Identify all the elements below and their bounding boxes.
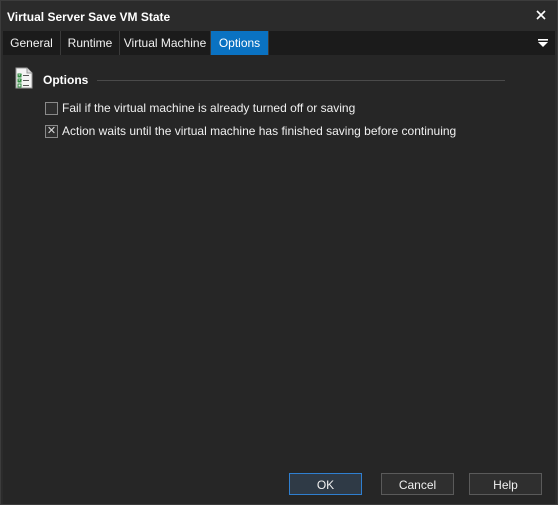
dialog-window: Virtual Server Save VM State General Run… <box>0 0 558 505</box>
checkbox-fail-if-off[interactable] <box>45 101 58 115</box>
tab-strip: General Runtime Virtual Machine Options <box>3 31 555 55</box>
close-icon[interactable] <box>533 7 549 23</box>
ok-button[interactable]: OK <box>289 473 362 495</box>
button-bar: OK Cancel Help <box>3 460 555 504</box>
tab-options[interactable]: Options <box>211 31 269 55</box>
window-title: Virtual Server Save VM State <box>7 10 171 24</box>
dropdown-menu-icon[interactable] <box>537 37 549 49</box>
option-label: Fail if the virtual machine is already t… <box>62 101 356 115</box>
option-fail-if-off[interactable]: Fail if the virtual machine is already t… <box>45 100 355 116</box>
tab-runtime[interactable]: Runtime <box>61 31 120 55</box>
option-label: Action waits until the virtual machine h… <box>62 124 457 138</box>
option-wait-until-saved[interactable]: ✕ Action waits until the virtual machine… <box>45 123 456 139</box>
cancel-button[interactable]: Cancel <box>381 473 454 495</box>
options-panel: Options Fail if the virtual machine is a… <box>3 55 555 460</box>
checklist-icon <box>15 67 33 89</box>
section-title: Options <box>43 73 89 87</box>
tab-virtual-machine[interactable]: Virtual Machine <box>120 31 211 55</box>
tab-general[interactable]: General <box>3 31 61 55</box>
checkbox-wait-until-saved[interactable]: ✕ <box>45 124 58 138</box>
section-divider <box>97 80 505 81</box>
checkmark-icon: ✕ <box>46 124 57 137</box>
help-button[interactable]: Help <box>469 473 542 495</box>
title-bar: Virtual Server Save VM State <box>1 1 557 31</box>
